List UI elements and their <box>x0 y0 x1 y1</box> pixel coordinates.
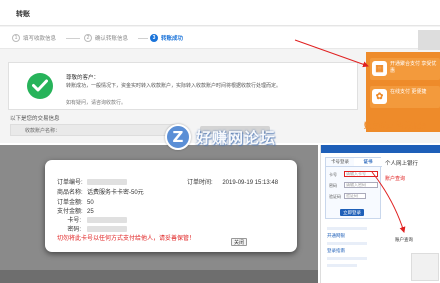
product-row: 商品名称: 话费服务卡卡密-50元 <box>57 187 144 196</box>
step-label: 填写收款信息 <box>23 36 57 42</box>
step-indicator: 1 填写收款信息 2 确认转账信息 3 转账成功 <box>0 27 440 49</box>
tab-card-login[interactable]: 卡号登录 <box>326 158 354 166</box>
order-warning: 切勿将此卡号以任何方式支付给他人，请妥善保管！ <box>57 236 196 242</box>
bank-notice: 账户查询 <box>385 176 406 182</box>
card-number-row: 卡号: <box>57 215 127 224</box>
step-connector <box>138 38 148 39</box>
card-number-label: 卡号: <box>67 218 81 224</box>
placeholder-bar <box>327 227 367 230</box>
order-dialog: 订单编号: 订单时间: 2019-09-19 15:13:48 商品名称: 话费服… <box>45 160 297 252</box>
login-box: 卡号登录 证书 卡号 请输入卡号 密码 请输入密码 验证码 验证码 立即登录 <box>325 157 382 219</box>
paid-row: 支付金额: 25 <box>57 206 94 215</box>
login-button[interactable]: 立即登录 <box>340 209 364 216</box>
tab-certificate[interactable]: 证书 <box>354 158 382 166</box>
page-header: 转账 <box>0 0 440 26</box>
step-number: 2 <box>84 34 92 42</box>
taskbar-strip <box>0 270 318 283</box>
watermark-logo-icon: Z <box>165 124 191 150</box>
amount-label: 订单金额: <box>57 200 83 206</box>
login-guide-link[interactable]: 登录指南 <box>327 248 345 254</box>
close-button[interactable]: 关闭 <box>231 238 247 246</box>
shop-icon: ▦ <box>372 61 387 76</box>
promo-slogan: 数字经营 智慧服务 <box>364 121 427 130</box>
password-field[interactable]: 请输入密码 <box>344 182 378 188</box>
card-number-field[interactable]: 请输入卡号 <box>344 171 378 177</box>
result-description: 转账成功，一般情况下，资金实时转入收款账户，实际转入收款账户时间将根据收款行处理… <box>66 83 282 89</box>
order-time-label: 订单时间: <box>187 180 213 186</box>
result-greeting: 尊敬的客户： <box>66 75 100 81</box>
masked-password <box>87 226 127 233</box>
result-panel: 尊敬的客户： 转账成功，一般情况下，资金实时转入收款账户，实际转入收款账户时间将… <box>8 62 358 110</box>
captcha-field[interactable]: 验证码 <box>344 193 366 199</box>
step-connector <box>66 38 80 39</box>
step-success: 3 转账成功 <box>150 33 183 43</box>
bank-login-page: 卡号登录 证书 卡号 请输入卡号 密码 请输入密码 验证码 验证码 立即登录 个… <box>320 145 440 283</box>
promo-text: 在线支付 更便捷 <box>390 89 427 95</box>
step-confirm-info: 2 确认转账信息 <box>84 33 128 43</box>
promo-card-online[interactable]: ✿ 在线支付 更便捷 <box>370 86 440 108</box>
transaction-table-header: 收款账户名称： <box>10 124 180 136</box>
qr-code-icon <box>411 253 439 281</box>
order-time-value: 2019-09-19 15:13:48 <box>222 180 279 186</box>
promo-text: 开通聚合支付 享受优惠 <box>390 61 437 74</box>
masked-order-number <box>87 179 127 186</box>
step-number: 1 <box>12 34 20 42</box>
password-label: 密码: <box>67 227 81 233</box>
step-label: 转账成功 <box>161 36 184 42</box>
order-time-row: 订单时间: 2019-09-19 15:13:48 <box>187 177 278 186</box>
watermark-text: 好赚网论坛 <box>196 129 277 147</box>
product-label: 商品名称: <box>57 190 83 196</box>
paid-label: 支付金额: <box>57 209 83 215</box>
result-note: 如有疑问，请咨询收款行。 <box>66 100 127 106</box>
login-tabs: 卡号登录 证书 <box>326 158 382 167</box>
bank-top-bar <box>321 145 440 153</box>
order-number-label: 订单编号: <box>57 180 83 186</box>
page-title: 转账 <box>16 11 30 18</box>
placeholder-bar <box>327 257 367 260</box>
placeholder-bar <box>327 242 367 245</box>
section-label: 以下是您的交易信息 <box>10 116 60 122</box>
account-query-label: 账户查询 <box>395 237 413 242</box>
field-label: 密码 <box>329 183 337 188</box>
masked-card-number <box>87 217 127 224</box>
open-banking-link[interactable]: 开通网银 <box>327 233 345 239</box>
field-label: 验证码 <box>329 194 341 199</box>
product-value: 话费服务卡卡密-50元 <box>87 190 144 196</box>
field-label: 卡号 <box>329 172 337 177</box>
placeholder-bar <box>327 264 357 267</box>
side-panel <box>418 30 440 50</box>
step-fill-info: 1 填写收款信息 <box>12 33 56 43</box>
password-row: 密码: <box>57 224 127 233</box>
table-column-label: 收款账户名称： <box>25 128 61 134</box>
step-number: 3 <box>150 34 158 42</box>
order-number-row: 订单编号: <box>57 177 127 186</box>
promo-card-payment[interactable]: ▦ 开通聚合支付 享受优惠 <box>370 58 440 80</box>
amount-row: 订单金额: 50 <box>57 197 94 206</box>
success-check-icon <box>27 73 53 99</box>
bank-heading: 个人网上银行 <box>385 161 419 167</box>
gear-icon: ✿ <box>372 89 387 104</box>
step-label: 确认转账信息 <box>95 36 129 42</box>
